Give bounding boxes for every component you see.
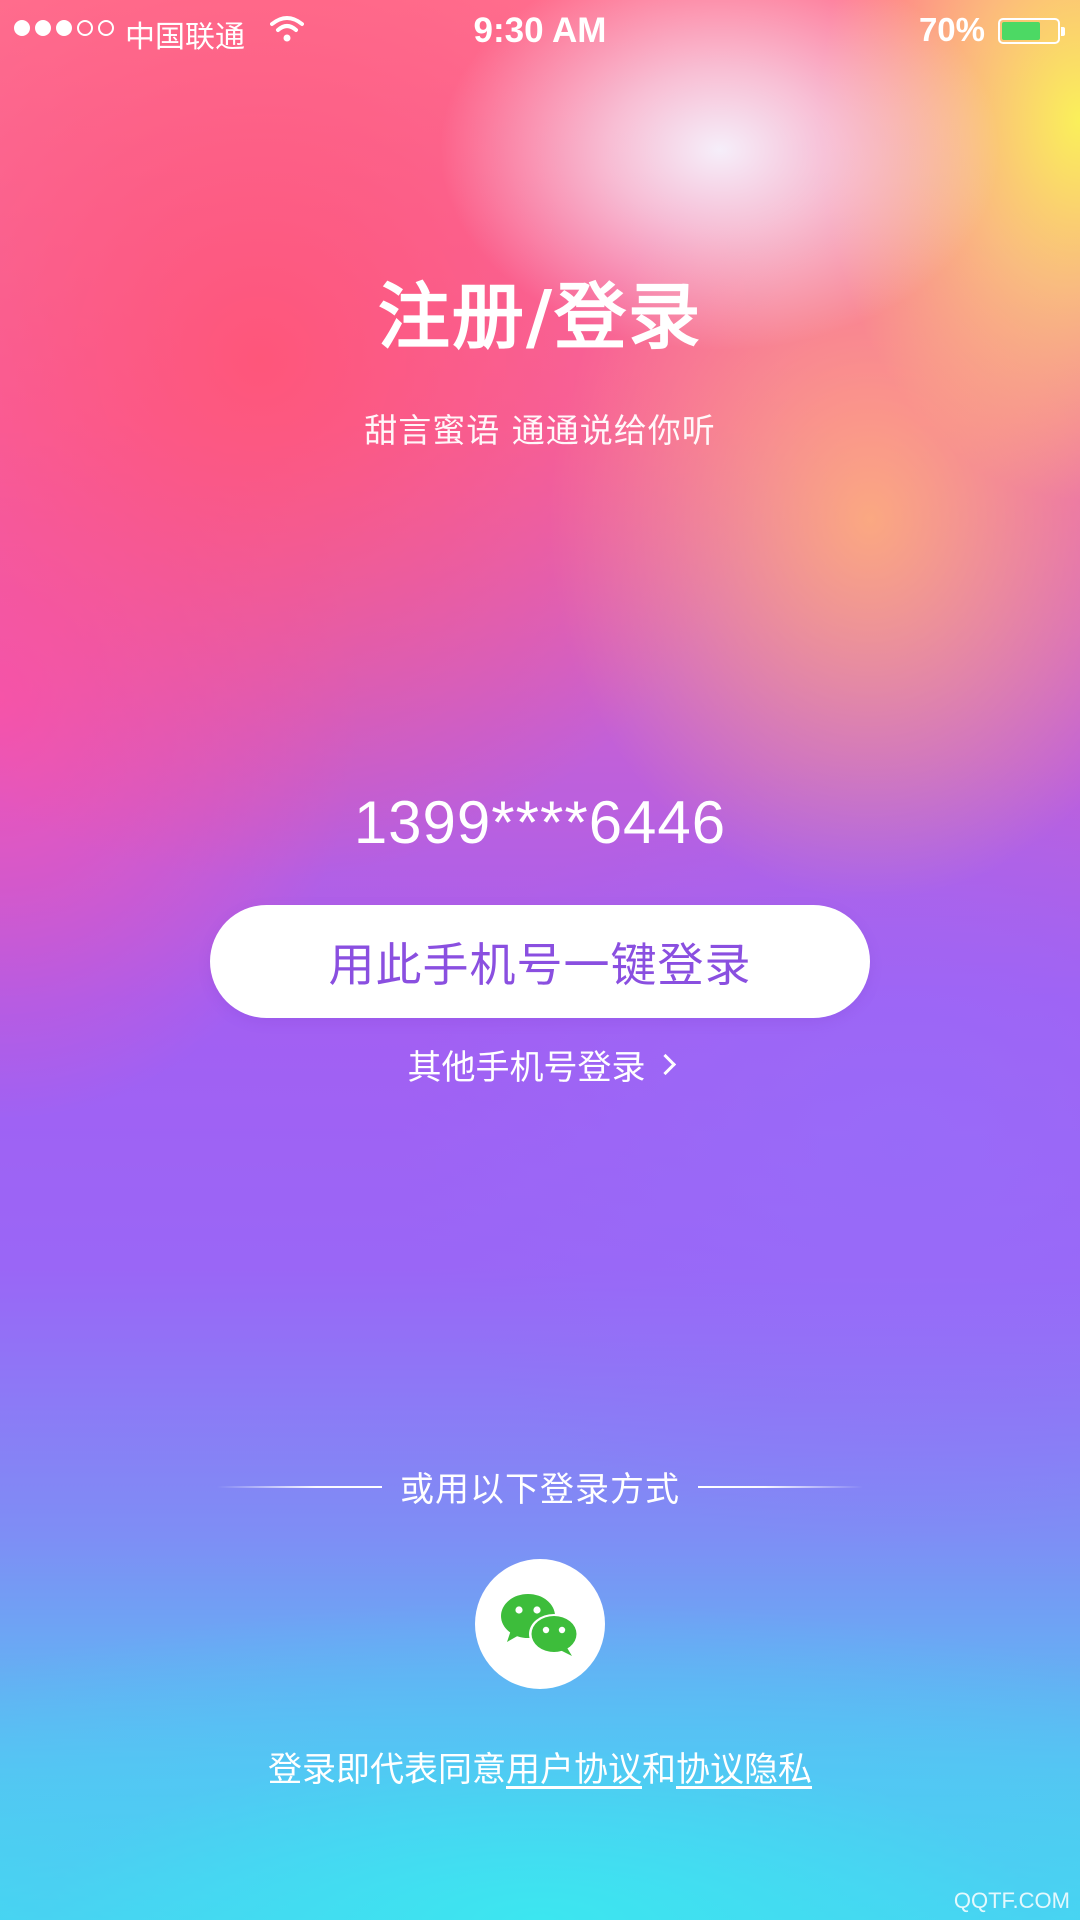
status-bar: 中国联通 9:30 AM 70% <box>0 0 1080 64</box>
chevron-right-icon <box>654 1053 676 1076</box>
agreement-notice: 登录即代表同意用户协议和协议隐私 <box>0 1742 1080 1791</box>
divider-line <box>217 1485 382 1488</box>
agreement-prefix: 登录即代表同意 <box>268 1750 506 1790</box>
alt-login-divider: 或用以下登录方式 <box>0 1462 1080 1511</box>
page-subtitle: 甜言蜜语 通通说给你听 <box>364 411 716 450</box>
wechat-login-button[interactable] <box>475 1559 605 1689</box>
battery-level <box>1002 22 1040 40</box>
divider-line <box>698 1485 863 1488</box>
user-agreement-link[interactable]: 用户协议 <box>506 1750 642 1790</box>
other-phone-login-label: 其他手机号登录 <box>407 1048 646 1088</box>
one-click-login-button[interactable]: 用此手机号一键登录 <box>210 905 870 1018</box>
other-phone-login-link[interactable]: 其他手机号登录 <box>0 1040 1080 1089</box>
agreement-and: 和 <box>642 1750 676 1790</box>
one-click-login-label: 用此手机号一键登录 <box>328 937 752 992</box>
battery-icon <box>998 18 1065 44</box>
alt-login-heading: 或用以下登录方式 <box>400 1470 680 1510</box>
phone-number: 1399****6446 <box>353 789 727 856</box>
watermark: QQTF.COM <box>953 1888 1070 1913</box>
page-title: 注册/登录 <box>377 275 703 359</box>
privacy-link[interactable]: 协议隐私 <box>676 1750 812 1790</box>
login-screen: 中国联通 9:30 AM 70% 注册/登录 甜言蜜语 通通说给你听 1399*… <box>0 0 1080 1920</box>
battery-percent: 70% <box>918 11 985 48</box>
wechat-icon <box>501 1594 579 1656</box>
